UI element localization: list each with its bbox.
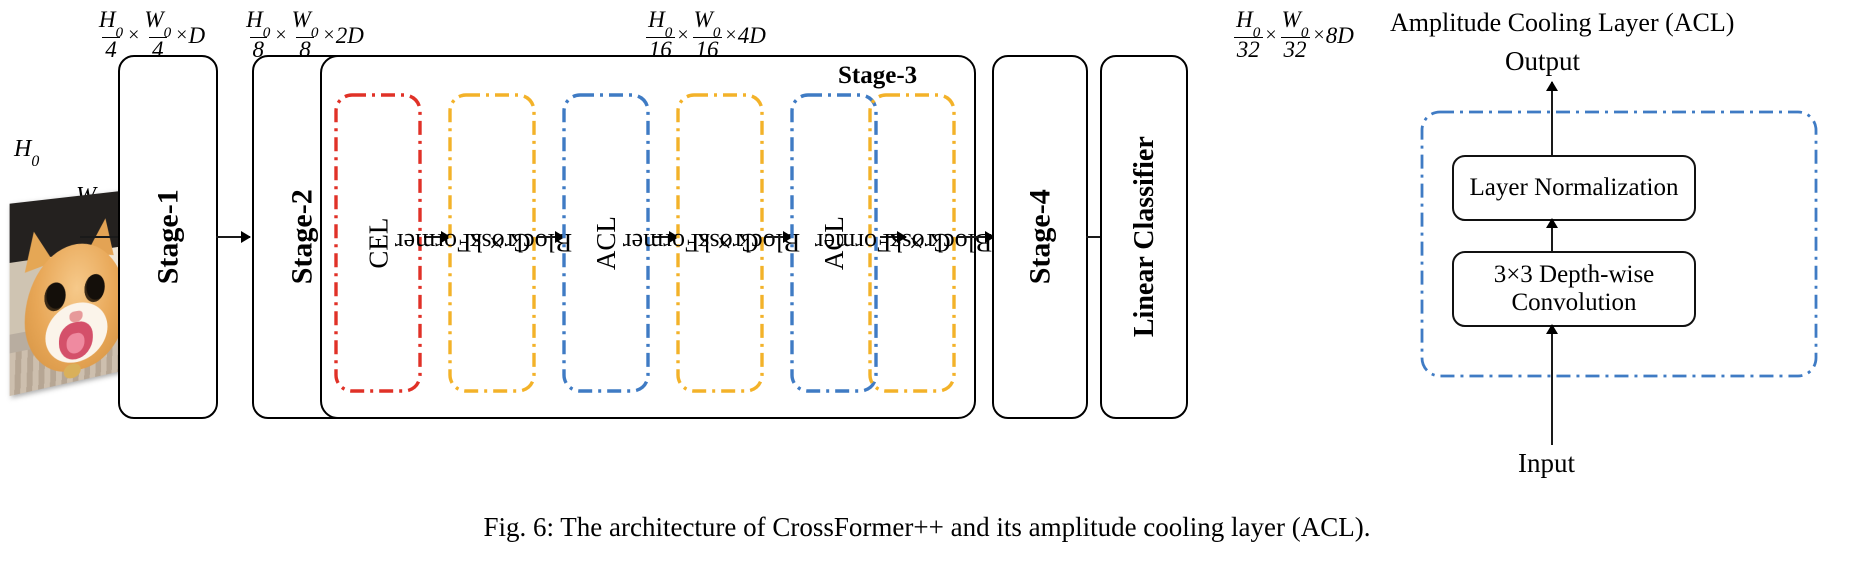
linear-classifier-label: Linear Classifier [1128,136,1160,338]
arrow-stage1-to-stage2 [216,236,250,238]
crossformer-block-1-border [448,93,536,393]
depthwise-convolution-box[interactable]: 3×3 Depth-wise Convolution [1452,251,1696,327]
acl-block-1[interactable]: ACL [562,93,650,393]
stage-1-label: Stage-1 [151,189,185,285]
acl-detail-container [1420,110,1818,378]
stage-1-box[interactable]: Stage-1 [118,55,218,419]
acl-output-label: Output [1505,46,1581,76]
times-symbol: × [128,24,140,46]
layer-normalization-label: Layer Normalization [1469,174,1679,201]
cel-border [334,93,422,393]
fraction-h0-over-32: H0 32 [1233,8,1263,62]
figure-caption: Fig. 6: The architecture of CrossFormer+… [483,512,1371,542]
channel-dim: 8D [1325,22,1354,48]
arrow-acl1-to-cfb2 [652,236,678,238]
stage-3-label: Stage-3 [838,62,918,89]
fraction-w0-over-16: W0 16 [692,7,722,62]
depthwise-convolution-label-line1: 3×3 Depth-wise [1493,261,1655,288]
arrow-cel-to-cfb1 [424,236,450,238]
fraction-w0-over-32: W0 32 [1280,7,1310,62]
channel-dim: 4D [737,22,766,48]
stage-4-box[interactable]: Stage-4 [992,55,1088,419]
crossformer-block-3-border [868,93,956,393]
times-symbol: × [1265,24,1277,46]
fraction-h0-over-4: H0 4 [98,7,124,62]
times-symbol: × [677,24,689,46]
times-symbol: × [275,24,287,46]
times-symbol: × [1313,24,1325,46]
times-symbol: × [323,24,335,46]
depthwise-convolution-label-line2: Convolution [1511,289,1637,316]
fraction-w0-over-4: W0 4 [144,7,172,62]
times-symbol: × [176,24,188,46]
acl-block-2-border [790,93,878,393]
acl-panel-title: Amplitude Cooling Layer (ACL) [1390,8,1735,37]
arrow-input-to-dwconv [1551,325,1553,445]
crossformer-block-2[interactable]: CrossFormer Block × k [623,93,801,393]
arrow-cfb1-to-acl1 [538,236,564,238]
acl-block-2[interactable]: ACL [790,93,878,393]
fraction-w0-over-8: W0 8 [291,7,319,62]
linear-classifier-box[interactable]: Linear Classifier [1100,55,1188,419]
layer-normalization-box[interactable]: Layer Normalization [1452,155,1696,221]
stage-2-label: Stage-2 [285,189,319,285]
crossformer-block-3[interactable]: CrossFormer Block × k [815,93,993,393]
crossformer-block-2-border [676,93,764,393]
acl-input-label: Input [1518,448,1575,478]
arrow-cfb2-to-acl2 [766,236,792,238]
arrow-stage3-to-stage4 [958,236,994,238]
crossformer-block-1[interactable]: CrossFormer Block × k [395,93,573,393]
stage-4-label: Stage-4 [1023,189,1057,285]
cel-block[interactable]: CEL [334,93,422,393]
input-height-label: H0 [14,136,40,170]
arrow-dwconv-to-layernorm [1551,219,1553,251]
channel-dim: D [188,22,206,48]
acl-detail-border [1420,110,1818,378]
acl-block-1-border [562,93,650,393]
fraction-h0-over-16: H0 16 [645,8,675,62]
times-symbol: × [725,24,737,46]
fraction-h0-over-8: H0 8 [246,7,271,62]
channel-dim: 2D [335,22,364,48]
dimension-label-after-stage4: H0 32 × W0 32 × 8D [1178,6,1408,64]
